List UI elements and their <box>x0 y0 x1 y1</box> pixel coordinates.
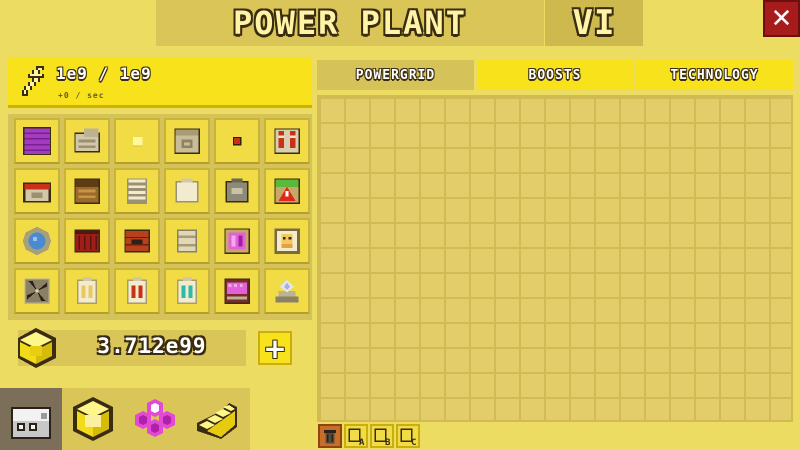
robot-head-icon <box>11 407 51 439</box>
save-slot-a-icon: A <box>348 428 365 445</box>
lightning-bolt-icon <box>22 66 44 96</box>
yellow-cubes-icon <box>73 397 113 441</box>
cyan-battery-icon <box>177 276 197 304</box>
title-bar: POWER PLANT <box>156 0 544 46</box>
item-slot[interactable] <box>64 268 110 314</box>
save-slot-b-button[interactable]: B <box>370 424 394 448</box>
category-tab-stairs[interactable] <box>186 388 248 450</box>
level-box: VI <box>545 0 643 46</box>
tab-technology[interactable]: TECHNOLOGY <box>636 60 793 90</box>
stone-machine-icon <box>174 128 200 154</box>
category-tab-robot[interactable] <box>0 388 62 450</box>
category-tabs <box>0 388 250 450</box>
red-twin-pillar-icon <box>274 128 300 154</box>
item-slot[interactable] <box>14 268 60 314</box>
power-grid[interactable] <box>317 95 793 422</box>
purple-panel-icon <box>22 126 52 156</box>
yellow-cube-icon <box>18 328 56 368</box>
grid-buttons: A B C <box>318 424 420 448</box>
white-canister-icon <box>175 178 199 203</box>
plus-icon: + <box>263 331 287 365</box>
stone-steps-icon <box>74 128 100 153</box>
item-slot[interactable] <box>64 118 110 164</box>
item-grid <box>8 114 312 320</box>
slot-letter: C <box>411 438 416 445</box>
pink-hexagons-icon <box>135 399 175 437</box>
add-currency-button[interactable]: + <box>258 331 292 365</box>
item-slot[interactable] <box>164 168 210 214</box>
currency-value: 3.712e99 <box>97 334 207 358</box>
item-slot[interactable] <box>14 218 60 264</box>
category-tab-cubes[interactable] <box>62 388 124 450</box>
category-tab-hexagons[interactable] <box>124 388 186 450</box>
item-slot[interactable] <box>64 218 110 264</box>
fan-turbine-icon <box>24 278 50 304</box>
item-slot[interactable] <box>264 218 310 264</box>
tab-boosts[interactable]: BOOSTS <box>477 60 636 90</box>
energy-rate: +0 / sec <box>58 91 105 100</box>
pink-circuit-box-icon <box>224 278 250 304</box>
item-slot[interactable] <box>264 268 310 314</box>
stone-barrel-icon <box>177 229 197 253</box>
item-slot[interactable] <box>164 268 210 314</box>
pink-crystal-box-icon <box>224 228 250 254</box>
slot-letter: B <box>385 438 391 445</box>
red-dot-icon <box>232 136 242 146</box>
portrait-frame-icon <box>274 228 300 254</box>
item-slot[interactable] <box>14 168 60 214</box>
red-vent-block-icon <box>74 229 100 253</box>
tab-powergrid[interactable]: POWERGRID <box>317 60 477 90</box>
currency-bar: 3.712e99 <box>18 328 246 368</box>
tab-label: POWERGRID <box>355 67 436 83</box>
coil-spring-icon <box>127 178 147 204</box>
slot-letter: A <box>359 438 365 445</box>
tab-label: BOOSTS <box>528 67 582 83</box>
close-icon: ✕ <box>770 3 793 34</box>
item-slot[interactable] <box>114 168 160 214</box>
yellow-battery-icon <box>77 276 97 304</box>
trash-icon <box>324 430 336 444</box>
item-slot[interactable] <box>214 118 260 164</box>
small-yellow-cube-icon <box>132 136 143 147</box>
item-slot[interactable] <box>264 168 310 214</box>
close-button[interactable]: ✕ <box>763 0 800 37</box>
item-slot[interactable] <box>64 168 110 214</box>
page-title: POWER PLANT <box>233 4 467 42</box>
save-slot-a-button[interactable]: A <box>344 424 368 448</box>
level-label: VI <box>572 3 616 43</box>
crystal-fountain-icon <box>275 279 299 303</box>
energy-panel: 1e9 / 1e9 +0 / sec <box>8 58 312 108</box>
energy-value: 1e9 / 1e9 <box>56 64 152 83</box>
red-battery-icon <box>127 276 147 304</box>
item-slot[interactable] <box>14 118 60 164</box>
trash-button[interactable] <box>318 424 342 448</box>
item-slot[interactable] <box>164 218 210 264</box>
save-slot-b-icon: B <box>374 428 391 445</box>
item-slot[interactable] <box>214 268 260 314</box>
blue-orb-icon <box>22 226 52 256</box>
item-slot[interactable] <box>114 118 160 164</box>
gray-urn-icon <box>225 178 249 203</box>
item-slot[interactable] <box>214 168 260 214</box>
item-slot[interactable] <box>264 118 310 164</box>
item-slot[interactable] <box>114 218 160 264</box>
save-slot-c-button[interactable]: C <box>396 424 420 448</box>
brick-generator-icon <box>124 229 150 253</box>
tab-row: POWERGRID BOOSTS TECHNOLOGY <box>317 60 793 90</box>
tab-label: TECHNOLOGY <box>670 67 759 83</box>
item-slot[interactable] <box>214 218 260 264</box>
item-slot[interactable] <box>114 268 160 314</box>
yellow-stairs-icon <box>197 403 237 439</box>
warning-green-box-icon <box>274 178 300 204</box>
item-slot[interactable] <box>164 118 210 164</box>
save-slot-c-icon: C <box>400 428 416 445</box>
red-anvil-icon <box>22 182 52 203</box>
wooden-crate-icon <box>74 178 100 204</box>
